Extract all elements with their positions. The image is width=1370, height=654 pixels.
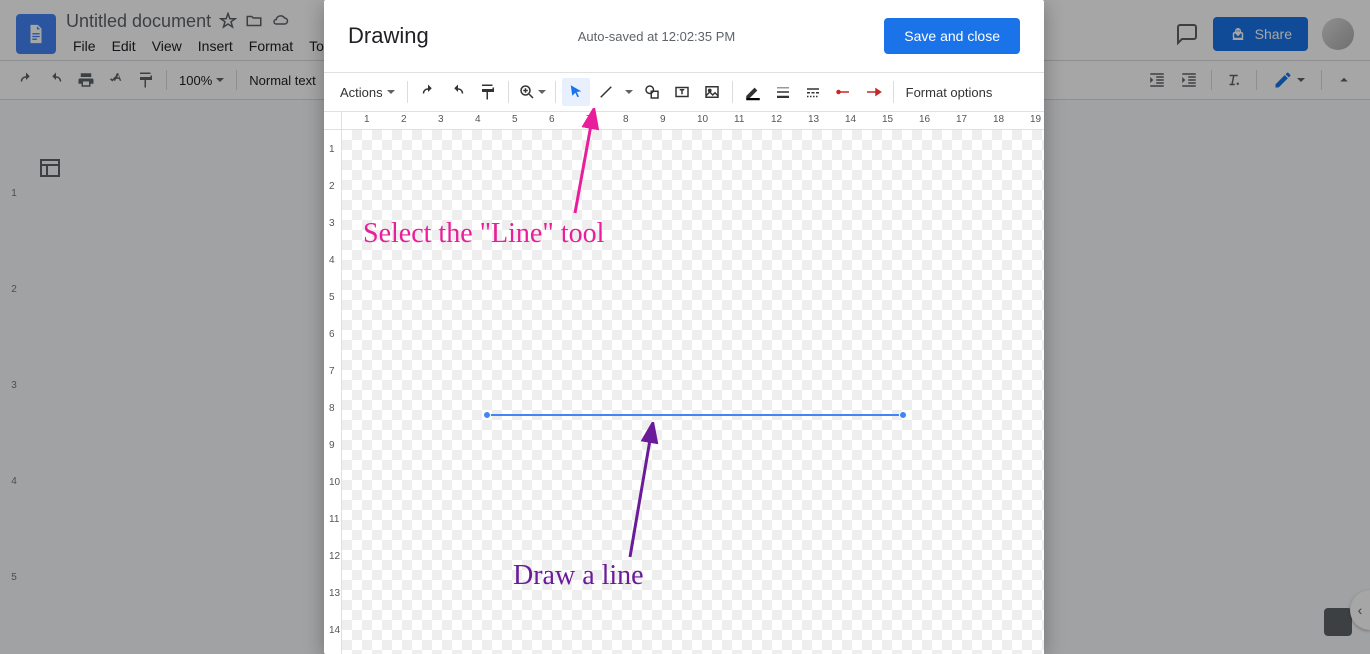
docs-logo[interactable] — [16, 14, 56, 54]
paint-format-button[interactable] — [474, 78, 502, 106]
move-icon[interactable] — [245, 12, 263, 30]
editing-mode-button[interactable] — [1265, 66, 1313, 94]
actions-menu[interactable]: Actions — [334, 85, 401, 100]
line-dropdown[interactable] — [622, 78, 636, 106]
clear-formatting-button[interactable] — [1220, 66, 1248, 94]
spellcheck-button[interactable] — [102, 66, 130, 94]
line-start-button[interactable] — [829, 78, 857, 106]
share-label: Share — [1255, 26, 1292, 42]
line-tool[interactable] — [592, 78, 620, 106]
style-select[interactable]: Normal text — [243, 73, 321, 88]
line-weight-button[interactable] — [769, 78, 797, 106]
explore-button[interactable] — [1324, 608, 1352, 636]
redo-button[interactable] — [42, 66, 70, 94]
drawing-toolbar: Actions Format options — [324, 72, 1044, 112]
menu-view[interactable]: View — [145, 34, 189, 58]
collapse-button[interactable] — [1330, 66, 1358, 94]
save-close-button[interactable]: Save and close — [884, 18, 1020, 54]
star-icon[interactable] — [219, 12, 237, 30]
menu-file[interactable]: File — [66, 34, 103, 58]
horizontal-ruler: 12345678910111213141516171819 — [342, 112, 1044, 129]
dialog-title: Drawing — [348, 23, 429, 49]
zoom-select[interactable]: 100% — [173, 73, 230, 88]
select-tool[interactable] — [562, 78, 590, 106]
drawing-dialog: Drawing Auto-saved at 12:02:35 PM Save a… — [324, 0, 1044, 654]
redo-button[interactable] — [444, 78, 472, 106]
print-button[interactable] — [72, 66, 100, 94]
zoom-button[interactable] — [515, 78, 549, 106]
menu-format[interactable]: Format — [242, 34, 300, 58]
indent-decrease-button[interactable] — [1143, 66, 1171, 94]
vertical-ruler: 1234567891011121314 — [324, 130, 342, 654]
line-handle-left[interactable] — [483, 411, 491, 419]
share-button[interactable]: Share — [1213, 17, 1308, 51]
line-handle-right[interactable] — [899, 411, 907, 419]
undo-button[interactable] — [12, 66, 40, 94]
line-dash-button[interactable] — [799, 78, 827, 106]
menu-edit[interactable]: Edit — [105, 34, 143, 58]
comments-button[interactable] — [1175, 22, 1199, 46]
vertical-ruler: 12345 — [5, 138, 23, 654]
line-end-button[interactable] — [859, 78, 887, 106]
textbox-tool[interactable] — [668, 78, 696, 106]
menu-insert[interactable]: Insert — [191, 34, 240, 58]
indent-increase-button[interactable] — [1175, 66, 1203, 94]
shape-tool[interactable] — [638, 78, 666, 106]
image-tool[interactable] — [698, 78, 726, 106]
autosave-status: Auto-saved at 12:02:35 PM — [429, 29, 885, 44]
line-color-button[interactable] — [739, 78, 767, 106]
drawing-canvas[interactable] — [342, 130, 1044, 654]
avatar[interactable] — [1322, 18, 1354, 50]
doc-title[interactable]: Untitled document — [66, 11, 211, 32]
format-options-button[interactable]: Format options — [900, 85, 999, 100]
undo-button[interactable] — [414, 78, 442, 106]
cloud-icon[interactable] — [271, 12, 289, 30]
outline-button[interactable] — [38, 156, 62, 180]
paint-format-button[interactable] — [132, 66, 160, 94]
drawn-line[interactable] — [487, 414, 903, 416]
